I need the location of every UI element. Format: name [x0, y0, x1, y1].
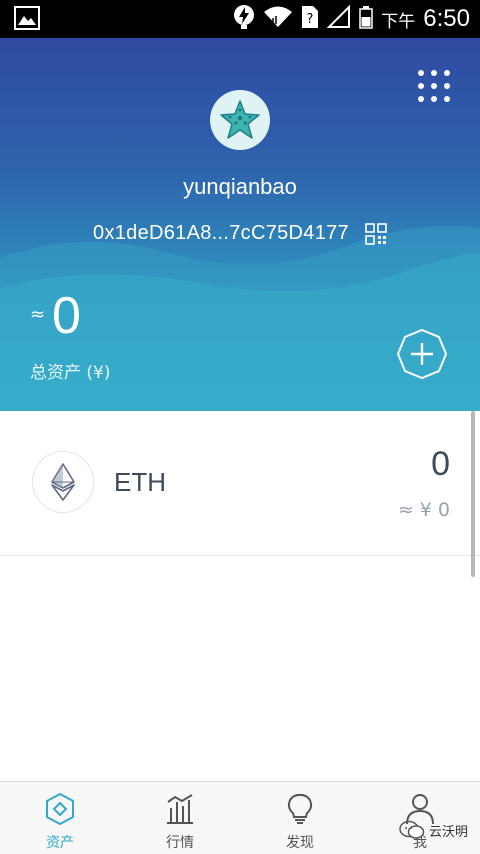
tab-market[interactable]: 行情: [120, 782, 240, 854]
tab-market-label: 行情: [166, 835, 194, 851]
tab-assets[interactable]: 资产: [0, 782, 120, 854]
asset-amount: 0: [431, 445, 450, 483]
tab-profile[interactable]: 我: [360, 782, 480, 854]
bottom-nav: 资产 行情 发现 我: [0, 781, 480, 854]
total-assets-value: 0: [52, 287, 81, 345]
status-time-period: 下午: [381, 11, 416, 32]
status-time: 6:50: [423, 5, 470, 32]
chat-bubble-icon: [399, 820, 425, 839]
approx-symbol: ≈: [30, 304, 46, 325]
grid-menu-icon[interactable]: [418, 70, 450, 102]
asset-row-eth[interactable]: ETH 0 ≈ ¥ 0: [0, 411, 480, 556]
wallet-name: yunqianbao: [183, 174, 297, 199]
asset-fiat-value: ≈ ¥ 0: [397, 499, 450, 521]
gallery-icon: [14, 6, 40, 30]
starfish-icon: [220, 100, 260, 139]
asset-name: ETH: [114, 467, 166, 497]
tab-discover[interactable]: 发现: [240, 782, 360, 854]
address-row[interactable]: 0x1deD61A8...7cC75D4177: [0, 222, 480, 245]
tab-assets-label: 资产: [46, 835, 74, 851]
sim-icon: ?: [301, 5, 319, 33]
qr-code-icon[interactable]: [365, 222, 387, 245]
wallet-address[interactable]: 0x1deD61A8...7cC75D4177: [93, 222, 349, 245]
total-assets-label: 总资产 (¥): [30, 363, 111, 383]
scrollbar[interactable]: [471, 411, 475, 577]
status-bar: ? 下午 6:50: [0, 0, 480, 38]
wifi-icon: [263, 5, 293, 33]
plus-icon[interactable]: [396, 328, 448, 380]
battery-icon: [359, 5, 374, 33]
tab-discover-label: 发现: [286, 835, 314, 851]
watermark: 云沃明: [399, 820, 468, 840]
assets-diamond-icon: [46, 792, 74, 826]
watermark-text: 云沃明: [428, 824, 468, 840]
bolt-icon: [233, 4, 255, 34]
signal-icon: [326, 4, 351, 33]
wallet-header: yunqianbao 0x1deD61A8...7cC75D4177 ≈ 0 总…: [0, 38, 480, 411]
market-chart-icon: [167, 794, 193, 824]
ethereum-icon: [32, 451, 94, 513]
discover-bulb-icon: [287, 793, 313, 824]
avatar[interactable]: [210, 90, 270, 150]
svg-text:?: ?: [307, 12, 314, 27]
